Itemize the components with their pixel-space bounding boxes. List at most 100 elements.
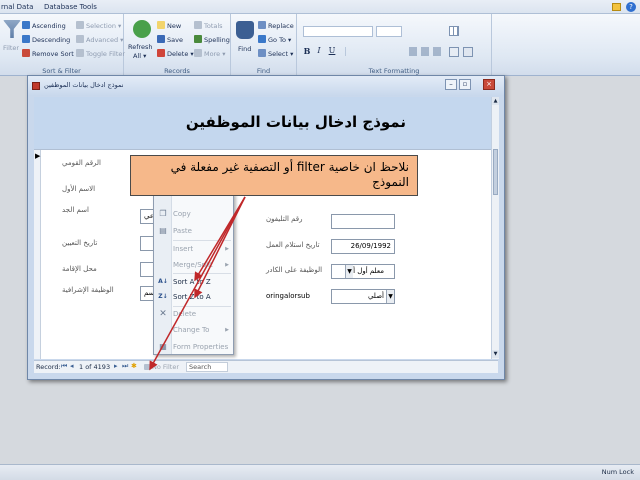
alignment-icons[interactable] — [409, 47, 444, 56]
form-window: نموذج ادخال بيانات الموظفين – ▫ × نموذج … — [27, 75, 505, 380]
cadre-job-combo[interactable]: معلم أول أ ▼ — [331, 264, 395, 279]
totals-label: Totals — [204, 22, 223, 30]
remove-sort-icon — [22, 49, 30, 57]
close-button[interactable]: × — [483, 79, 495, 90]
previous-record-button[interactable]: ◂ — [70, 362, 74, 370]
change-to-submenu-arrow: ▶ — [225, 327, 229, 333]
form-window-title: نموذج ادخال بيانات الموظفين — [44, 81, 124, 89]
properties-icon: ▦ — [159, 342, 167, 351]
font-name-combo[interactable] — [303, 26, 373, 37]
descending-label: Descending — [32, 36, 71, 44]
record-label: Record: — [36, 363, 61, 371]
next-record-button[interactable]: ▸ — [114, 362, 118, 370]
group-label-sort-filter: Sort & Filter — [42, 67, 81, 75]
tab-database-tools[interactable]: Database Tools — [44, 2, 97, 13]
new-record-nav-button[interactable]: ✱ — [131, 362, 137, 370]
advanced-button[interactable]: Advanced ▾ — [76, 35, 123, 46]
selection-button[interactable]: Selection ▾ — [76, 21, 121, 32]
filter-icon — [3, 20, 21, 38]
toggle-filter-button[interactable]: Toggle Filter — [76, 49, 125, 60]
orig-sub-combo[interactable]: أصلي ▼ — [331, 289, 395, 304]
menu-item-sort-a-to-z[interactable]: Sort A to Z — [173, 276, 211, 288]
group-label-find: Find — [256, 67, 271, 75]
tab-external-data[interactable]: rnal Data — [1, 2, 33, 13]
spelling-icon — [194, 35, 202, 43]
new-record-button[interactable]: New — [157, 21, 181, 32]
font-size-combo[interactable] — [376, 26, 402, 37]
scroll-thumb[interactable] — [493, 149, 498, 195]
spelling-button[interactable]: Spelling — [194, 35, 230, 46]
last-record-button[interactable]: ⏭ — [122, 362, 128, 371]
go-to-button[interactable]: Go To ▾ — [258, 35, 291, 46]
maximize-button[interactable]: ▫ — [459, 79, 471, 90]
phone-field[interactable] — [331, 214, 395, 229]
orig-sub-dropdown-arrow[interactable]: ▼ — [386, 290, 394, 303]
totals-button[interactable]: Totals — [194, 21, 223, 32]
more-label: More — [204, 50, 221, 58]
form-vertical-scrollbar[interactable]: ▲ ▼ — [491, 97, 499, 359]
record-position[interactable]: 1 of 4193 — [79, 363, 110, 371]
underline-button[interactable]: U — [327, 46, 337, 56]
format-icon[interactable] — [463, 47, 473, 57]
group-label-records: Records — [164, 67, 190, 75]
menu-item-merge-split[interactable]: Merge/Split — [173, 259, 213, 271]
filter-button[interactable]: Filter — [3, 43, 19, 54]
delete-record-button[interactable]: Delete ▾ — [157, 49, 194, 60]
remove-sort-button[interactable]: Remove Sort — [22, 49, 74, 60]
save-record-button[interactable]: Save — [157, 35, 183, 46]
work-start-date-field[interactable]: 26/09/1992 — [331, 239, 395, 254]
menu-item-insert[interactable]: Insert — [173, 243, 193, 255]
new-record-icon — [157, 21, 165, 29]
menu-item-copy[interactable]: Copy — [173, 208, 191, 220]
ascending-button[interactable]: Ascending — [22, 21, 66, 32]
more-button[interactable]: More ▾ — [194, 49, 225, 60]
search-box[interactable]: Search — [186, 362, 228, 372]
menu-item-paste[interactable]: Paste — [173, 225, 192, 237]
italic-button[interactable]: I — [314, 46, 324, 56]
refresh-all-sub[interactable]: All ▾ — [133, 51, 146, 62]
binoculars-icon — [236, 21, 254, 39]
collapse-ribbon-icon[interactable] — [612, 3, 621, 11]
context-menu: ❐ Copy ▤ Paste Insert ▶ Merge/Split ▶ A↓… — [153, 193, 234, 355]
label-work-start-date: تاريخ استلام العمل — [266, 241, 320, 249]
gridlines-icon[interactable] — [449, 26, 459, 36]
group-label-text-formatting: Text Formatting — [368, 67, 420, 75]
label-phone: رقم التليفون — [266, 215, 303, 223]
copy-icon: ❐ — [159, 209, 167, 218]
menu-item-delete[interactable]: Delete — [173, 308, 196, 320]
menu-item-form-properties[interactable]: Form Properties — [173, 341, 228, 353]
advanced-label: Advanced — [86, 36, 119, 44]
find-button[interactable]: Find — [238, 44, 251, 55]
toggle-filter-icon — [76, 49, 84, 57]
callout-text: نلاحظ ان خاصية filter أو التصفية غير مفع… — [170, 160, 409, 189]
scroll-down-arrow[interactable]: ▼ — [492, 350, 499, 358]
first-record-button[interactable]: ⏮ — [61, 362, 67, 371]
no-filter-indicator[interactable]: No Filter — [144, 363, 179, 371]
form-title-bar[interactable]: نموذج ادخال بيانات الموظفين – ▫ × — [28, 76, 504, 96]
go-to-icon — [258, 35, 266, 43]
group-find: Find Replace Go To ▾ Select ▾ Find — [231, 14, 297, 76]
menu-item-sort-z-to-a[interactable]: Sort Z to A — [173, 291, 211, 303]
label-orig-sub: oringalorsub — [266, 292, 310, 300]
scroll-up-arrow[interactable]: ▲ — [492, 97, 499, 105]
menu-item-change-to[interactable]: Change To — [173, 324, 209, 336]
advanced-filter-icon — [76, 35, 84, 43]
alternate-fill-icon[interactable] — [449, 47, 459, 57]
toggle-filter-label: Toggle Filter — [86, 50, 126, 58]
label-residence: محل الإقامة — [62, 265, 97, 273]
ribbon-tab-bar: rnal Data Database Tools ? — [0, 0, 640, 14]
replace-button[interactable]: Replace — [258, 21, 294, 32]
cadre-dropdown-arrow[interactable]: ▼ — [345, 265, 354, 278]
current-record-icon: ▶ — [35, 152, 41, 160]
group-text-formatting: B I U Text Formatting — [297, 14, 492, 76]
annotation-callout: نلاحظ ان خاصية filter أو التصفية غير مفع… — [130, 155, 418, 196]
descending-button[interactable]: Descending — [22, 35, 70, 46]
bold-button[interactable]: B — [302, 46, 312, 56]
help-icon[interactable]: ? — [626, 2, 636, 12]
select-button[interactable]: Select ▾ — [258, 49, 293, 60]
menu-separator — [173, 273, 231, 274]
label-hire-date: تاريخ التعيين — [62, 239, 98, 247]
minimize-button[interactable]: – — [445, 79, 457, 90]
record-selector[interactable]: ▶ — [34, 150, 41, 359]
select-icon — [258, 49, 266, 57]
